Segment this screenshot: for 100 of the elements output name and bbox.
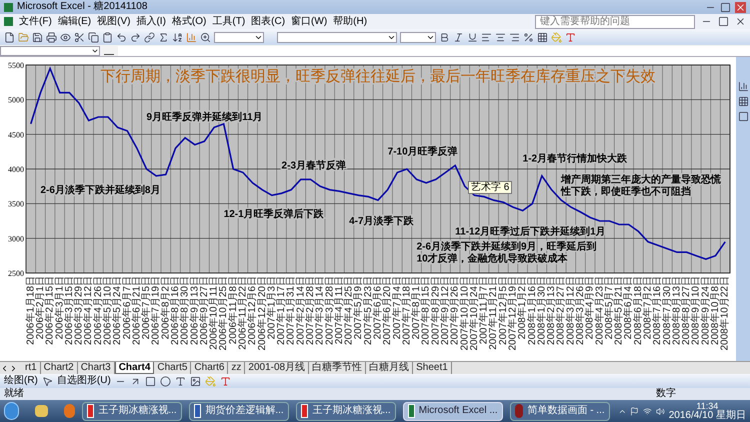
redo-icon[interactable] bbox=[130, 32, 141, 42]
axis-date-label: 2006年5月24日 bbox=[112, 276, 124, 345]
restore-icon[interactable] bbox=[718, 16, 729, 27]
axis-tick-label: 4000 bbox=[8, 165, 24, 174]
chart-annotation: 9月旺季反弹并延续到11月 bbox=[146, 112, 263, 124]
cut-icon[interactable] bbox=[74, 32, 85, 42]
fill-color-icon[interactable] bbox=[551, 32, 562, 42]
axis-date-label: 2008年3月12日 bbox=[565, 276, 576, 345]
axis-date-label: 2006年11月22日 bbox=[237, 276, 248, 350]
percent-icon[interactable] bbox=[523, 32, 534, 42]
axis-date-label: 2008年8月13日 bbox=[671, 276, 682, 345]
axis-date-label: 2006年6月21日 bbox=[131, 276, 142, 345]
preview-icon[interactable] bbox=[60, 32, 71, 42]
axis-date-label: 2006年8月30日 bbox=[180, 276, 191, 345]
new-file-icon[interactable] bbox=[4, 32, 15, 42]
rectangle-icon[interactable] bbox=[144, 376, 156, 386]
close-icon[interactable] bbox=[735, 16, 746, 27]
chart-annotation: 2-6月淡季下跌并延续到9月，旺季延后到10才反弹，金融危机导致跌破成本 bbox=[416, 242, 597, 265]
picture-icon[interactable] bbox=[190, 376, 201, 386]
axis-date-label: 2008年9月24日 bbox=[700, 276, 712, 345]
tab-scroll-left-icon[interactable] bbox=[0, 364, 9, 372]
close-icon[interactable] bbox=[735, 2, 746, 12]
axis-date-label: 2006年8月2日 bbox=[160, 276, 172, 340]
axis-tick-label: 3000 bbox=[8, 234, 24, 244]
borders-icon[interactable] bbox=[537, 32, 548, 42]
text-box-icon[interactable] bbox=[174, 376, 186, 386]
axis-date-label: 2006年12月6日 bbox=[247, 276, 258, 345]
autoshapes-menu[interactable]: 自选图形(U) bbox=[56, 376, 111, 386]
menu-item[interactable]: 文件(F) bbox=[19, 16, 52, 26]
chart-title: 下行周期，淡季下跌很明显，旺季反弹往往延后，最后一年旺季在库存重压之下失效 bbox=[100, 69, 656, 85]
clock-time: 11:34 bbox=[696, 401, 718, 411]
zoom-icon[interactable] bbox=[200, 32, 211, 42]
chart-annotation: 7-10月旺季反弹 bbox=[388, 146, 458, 158]
draw-menu[interactable]: 绘图(R) bbox=[4, 376, 38, 386]
pointer-icon[interactable] bbox=[42, 376, 53, 386]
font-color-icon[interactable] bbox=[565, 32, 576, 42]
sheet-tab[interactable]: Chart4 bbox=[114, 362, 154, 374]
tab-scroll-right-icon[interactable] bbox=[9, 364, 18, 372]
axis-date-label: 2006年9月13日 bbox=[189, 276, 200, 345]
align-right-icon[interactable] bbox=[509, 32, 520, 42]
axis-date-label: 2007年2月14日 bbox=[295, 276, 306, 345]
axis-date-label: 2007年9月12日 bbox=[440, 276, 451, 345]
align-center-icon[interactable] bbox=[495, 32, 506, 42]
axis-date-label: 2006年9月27日 bbox=[198, 276, 210, 345]
copy-icon[interactable] bbox=[88, 32, 99, 42]
save-icon[interactable] bbox=[32, 32, 43, 42]
menu-item[interactable]: 图表(C) bbox=[251, 16, 286, 26]
status-text: 就绪 bbox=[4, 389, 24, 399]
legend-icon[interactable] bbox=[738, 111, 748, 122]
axis-date-label: 2006年3月15日 bbox=[64, 276, 75, 345]
maximize-icon[interactable] bbox=[720, 2, 731, 12]
axis-date-label: 2007年8月29日 bbox=[430, 276, 442, 345]
chart-annotation: 增产周期第三年庞大的产量导致恐慌性下跌，即使旺季也不可阻挡 bbox=[561, 174, 722, 198]
taskbar-item[interactable]: 期货价差逻辑解... bbox=[188, 402, 289, 420]
bold-icon[interactable] bbox=[439, 32, 450, 42]
menu-item[interactable]: 格式(O) bbox=[172, 16, 206, 26]
volume-icon[interactable] bbox=[656, 406, 665, 416]
axis-date-label: 2006年7月19日 bbox=[150, 276, 162, 345]
undo-icon[interactable] bbox=[116, 32, 127, 42]
link-icon[interactable] bbox=[144, 32, 155, 42]
table-icon[interactable] bbox=[738, 96, 748, 107]
align-left-icon[interactable] bbox=[481, 32, 492, 42]
sum-icon[interactable] bbox=[158, 32, 169, 42]
axis-date-label: 2007年11月21日 bbox=[488, 276, 500, 350]
axis-date-label: 2006年2月1日 bbox=[34, 276, 46, 340]
italic-icon[interactable] bbox=[453, 32, 464, 42]
axis-date-label: 2007年2月28日 bbox=[305, 276, 316, 345]
axis-date-label: 2007年9月26日 bbox=[450, 276, 461, 345]
print-icon[interactable] bbox=[46, 32, 57, 42]
sort-icon[interactable] bbox=[172, 32, 183, 42]
axis-date-label: 2008年2月27日 bbox=[556, 276, 567, 345]
taskbar-item[interactable]: 王子期冰糖涨视... bbox=[82, 402, 182, 420]
taskbar-item[interactable]: 王子期冰糖涨视... bbox=[296, 402, 396, 420]
underline-icon[interactable] bbox=[467, 32, 478, 42]
menu-item[interactable]: 视图(V) bbox=[97, 16, 130, 26]
menu-item[interactable]: 插入(I) bbox=[136, 16, 166, 26]
axis-date-label: 2006年3月1日 bbox=[54, 276, 66, 340]
axis-date-label: 2006年10月25日 bbox=[218, 276, 230, 350]
menu-item[interactable]: 工具(T) bbox=[212, 16, 246, 26]
taskbar-item[interactable]: Microsoft Excel ... bbox=[402, 402, 503, 420]
axis-date-label: 2007年5月9日 bbox=[353, 276, 364, 340]
font-color-icon[interactable] bbox=[220, 376, 231, 386]
oval-icon[interactable] bbox=[160, 376, 171, 386]
menu-item[interactable]: 帮助(H) bbox=[333, 16, 368, 26]
axis-date-label: 2007年6月6日 bbox=[372, 276, 384, 340]
menu-item[interactable]: 窗口(W) bbox=[291, 16, 328, 26]
taskbar-item[interactable]: 简单数据画面 - ... bbox=[510, 402, 610, 420]
formula-field[interactable] bbox=[118, 46, 750, 56]
axis-date-label: 2007年4月11日 bbox=[334, 276, 345, 344]
chart-icon[interactable] bbox=[738, 81, 748, 92]
help-search-field[interactable]: 键入需要帮助的问题 bbox=[535, 14, 695, 28]
fill-color-icon[interactable] bbox=[204, 376, 216, 386]
axis-tick-label: 4500 bbox=[8, 130, 24, 140]
clock-date: 2016/4/10 星期日 bbox=[668, 411, 746, 421]
menu-item[interactable]: 编辑(E) bbox=[58, 16, 92, 26]
axis-tick-label: 5000 bbox=[8, 96, 24, 105]
network-icon[interactable] bbox=[643, 406, 652, 416]
axis-date-label: 2008年10月22日 bbox=[720, 276, 731, 350]
paste-icon[interactable] bbox=[102, 32, 113, 42]
flag-icon[interactable] bbox=[630, 406, 640, 416]
